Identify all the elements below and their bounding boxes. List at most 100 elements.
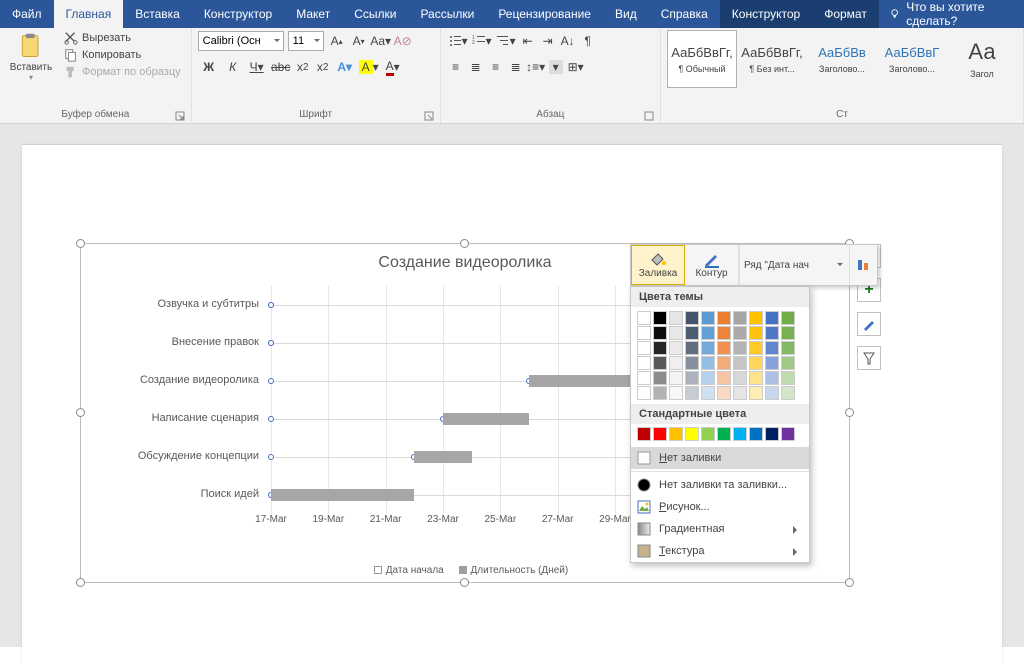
no-fill-item-2[interactable]: Нет заливкита заливки... xyxy=(631,474,809,496)
resize-handle[interactable] xyxy=(845,408,854,417)
color-swatch[interactable] xyxy=(733,427,747,441)
color-swatch[interactable] xyxy=(765,311,779,325)
color-swatch[interactable] xyxy=(637,356,651,370)
tab-design[interactable]: Конструктор xyxy=(192,0,284,28)
increase-indent-button[interactable]: ⇥ xyxy=(539,30,557,52)
series-selector[interactable]: Ряд "Дата нач xyxy=(739,245,849,285)
color-swatch[interactable] xyxy=(765,356,779,370)
color-swatch[interactable] xyxy=(781,427,795,441)
bar-segment-start[interactable] xyxy=(271,413,443,425)
color-swatch[interactable] xyxy=(701,356,715,370)
color-swatch[interactable] xyxy=(685,356,699,370)
color-swatch[interactable] xyxy=(749,371,763,385)
bold-button[interactable]: Ж xyxy=(198,56,220,78)
tab-layout[interactable]: Макет xyxy=(284,0,342,28)
tab-chart-format[interactable]: Формат xyxy=(812,0,879,28)
color-swatch[interactable] xyxy=(653,356,667,370)
color-swatch[interactable] xyxy=(765,341,779,355)
resize-handle[interactable] xyxy=(460,239,469,248)
format-pane-button[interactable] xyxy=(849,245,877,285)
color-swatch[interactable] xyxy=(717,326,731,340)
color-swatch[interactable] xyxy=(685,427,699,441)
no-fill-item[interactable]: Нет заливки xyxy=(631,447,809,469)
color-swatch[interactable] xyxy=(637,386,651,400)
color-swatch[interactable] xyxy=(653,386,667,400)
bar-segment-duration[interactable] xyxy=(414,451,471,463)
color-swatch[interactable] xyxy=(669,326,683,340)
italic-button[interactable]: К xyxy=(222,56,244,78)
bullets-button[interactable]: ▾ xyxy=(447,30,469,52)
numbering-button[interactable]: 12▾ xyxy=(471,30,493,52)
bar-segment-start[interactable] xyxy=(271,375,529,387)
color-swatch[interactable] xyxy=(765,386,779,400)
color-swatch[interactable] xyxy=(653,326,667,340)
tab-home[interactable]: Главная xyxy=(54,0,124,28)
color-swatch[interactable] xyxy=(701,427,715,441)
color-swatch[interactable] xyxy=(653,371,667,385)
superscript-button[interactable]: x2 xyxy=(314,56,332,78)
color-swatch[interactable] xyxy=(637,427,651,441)
color-swatch[interactable] xyxy=(717,356,731,370)
sort-button[interactable]: A↓ xyxy=(559,30,577,52)
styles-gallery[interactable]: АаБбВвГг,¶ Обычный АаБбВвГг,¶ Без инт...… xyxy=(667,30,1017,88)
texture-fill-item[interactable]: Текстура xyxy=(631,540,809,562)
underline-button[interactable]: Ч▾ xyxy=(246,56,268,78)
color-swatch[interactable] xyxy=(733,356,747,370)
color-swatch[interactable] xyxy=(669,341,683,355)
style-title[interactable]: АаЗагол xyxy=(947,30,1017,88)
show-marks-button[interactable]: ¶ xyxy=(579,30,597,52)
highlight-button[interactable]: A▾ xyxy=(358,56,380,78)
color-swatch[interactable] xyxy=(781,371,795,385)
color-swatch[interactable] xyxy=(765,326,779,340)
justify-button[interactable]: ≣ xyxy=(507,56,525,78)
color-swatch[interactable] xyxy=(781,386,795,400)
color-swatch[interactable] xyxy=(653,311,667,325)
multilevel-button[interactable]: ▾ xyxy=(495,30,517,52)
dialog-launcher-icon[interactable] xyxy=(175,111,185,121)
series-selection-handle[interactable] xyxy=(268,416,274,422)
color-swatch[interactable] xyxy=(637,371,651,385)
text-effects-button[interactable]: A▾ xyxy=(334,56,356,78)
color-swatch[interactable] xyxy=(685,311,699,325)
color-swatch[interactable] xyxy=(701,311,715,325)
color-swatch[interactable] xyxy=(717,427,731,441)
color-swatch[interactable] xyxy=(701,326,715,340)
color-swatch[interactable] xyxy=(749,311,763,325)
chart-legend[interactable]: Дата начала Длительность (Дней) xyxy=(81,565,849,576)
tab-insert[interactable]: Вставка xyxy=(123,0,192,28)
format-painter-button[interactable]: Формат по образцу xyxy=(60,64,185,80)
color-swatch[interactable] xyxy=(733,326,747,340)
color-swatch[interactable] xyxy=(781,311,795,325)
align-left-button[interactable]: ≡ xyxy=(447,56,465,78)
color-swatch[interactable] xyxy=(637,341,651,355)
bar-segment-start[interactable] xyxy=(271,451,414,463)
color-swatch[interactable] xyxy=(669,356,683,370)
style-heading1[interactable]: АаБбВвЗаголово... xyxy=(807,30,877,88)
color-swatch[interactable] xyxy=(685,326,699,340)
color-swatch[interactable] xyxy=(669,371,683,385)
bar-segment-duration[interactable] xyxy=(271,489,414,501)
color-swatch[interactable] xyxy=(717,341,731,355)
color-swatch[interactable] xyxy=(733,386,747,400)
tab-review[interactable]: Рецензирование xyxy=(486,0,603,28)
gradient-fill-item[interactable]: Градиентная xyxy=(631,518,809,540)
color-swatch[interactable] xyxy=(685,341,699,355)
tell-me[interactable]: Что вы хотите сделать? xyxy=(879,0,1024,28)
color-swatch[interactable] xyxy=(749,356,763,370)
color-swatch[interactable] xyxy=(733,371,747,385)
color-swatch[interactable] xyxy=(765,427,779,441)
align-right-button[interactable]: ≡ xyxy=(487,56,505,78)
color-swatch[interactable] xyxy=(701,341,715,355)
color-swatch[interactable] xyxy=(733,311,747,325)
color-swatch[interactable] xyxy=(781,326,795,340)
series-selection-handle[interactable] xyxy=(268,340,274,346)
font-name-combo[interactable]: Calibri (Осн xyxy=(198,31,284,51)
tab-references[interactable]: Ссылки xyxy=(342,0,408,28)
clear-format-button[interactable]: A⊘ xyxy=(394,30,412,52)
resize-handle[interactable] xyxy=(460,578,469,587)
color-swatch[interactable] xyxy=(637,326,651,340)
cut-button[interactable]: Вырезать xyxy=(60,30,185,46)
shading-button[interactable]: ▾ xyxy=(547,56,565,78)
tab-file[interactable]: Файл xyxy=(0,0,54,28)
resize-handle[interactable] xyxy=(76,578,85,587)
